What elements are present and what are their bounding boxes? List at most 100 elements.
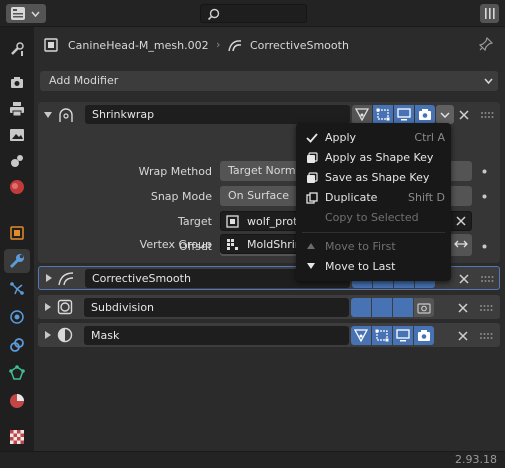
menu-item-label: Copy to Selected [325, 211, 419, 224]
expand-arrow-icon[interactable] [45, 303, 51, 311]
keyframe-dot-icon[interactable] [482, 244, 487, 249]
on-cage-toggle[interactable] [351, 326, 371, 345]
triangle-up-icon [306, 241, 316, 251]
version-label: 2.93.18 [455, 453, 497, 466]
monitor-icon [396, 329, 410, 342]
modifier-name-input[interactable]: Mask [84, 326, 349, 345]
editor-type-dropdown[interactable] [6, 4, 46, 23]
menu-item-save-as-shape-key[interactable]: Save as Shape Key [296, 168, 451, 188]
close-icon[interactable] [455, 326, 471, 345]
camera-icon [418, 108, 432, 121]
menu-item-apply[interactable]: Apply Ctrl A [296, 128, 451, 148]
on-cage-toggle[interactable] [351, 298, 371, 317]
checkmark-icon [306, 132, 318, 144]
chevron-down-icon [484, 78, 493, 84]
duplicate-icon [306, 192, 318, 204]
funnel-vertices-icon [355, 108, 369, 121]
breadcrumb-modifier: CorrectiveSmooth [250, 39, 349, 52]
menu-item-label: Move to First [325, 240, 396, 253]
on-cage-toggle[interactable] [352, 105, 372, 124]
edit-mode-toggle[interactable] [372, 298, 392, 317]
search-icon [207, 8, 220, 21]
particles-icon [9, 281, 25, 297]
tab-texture[interactable] [4, 425, 30, 449]
menu-item-label: Apply as Shape Key [325, 151, 434, 164]
snap-mode-label: Snap Mode [150, 190, 212, 203]
menu-item-duplicate[interactable]: Duplicate Shift D [296, 188, 451, 208]
close-icon[interactable] [456, 269, 472, 288]
menu-item-label: Duplicate [325, 191, 378, 204]
modifier-options-dropdown[interactable] [436, 105, 454, 124]
add-modifier-label: Add Modifier [49, 74, 119, 87]
render-toggle[interactable] [414, 326, 434, 345]
pin-icon[interactable] [479, 37, 493, 51]
tab-particles[interactable] [4, 277, 30, 301]
mesh-data-icon [9, 365, 25, 381]
menu-item-apply-as-shape-key[interactable]: Apply as Shape Key [296, 148, 451, 168]
checker-icon [9, 429, 25, 445]
funnel-vertices-icon [354, 329, 368, 342]
drag-handle-icon[interactable] [480, 275, 494, 283]
edit-mode-toggle[interactable] [373, 105, 393, 124]
tab-data[interactable] [4, 361, 30, 385]
image-icon [9, 127, 25, 143]
tab-constraints[interactable] [4, 333, 30, 357]
shrinkwrap-icon [58, 107, 74, 123]
material-icon [9, 393, 25, 409]
remove-modifier-button[interactable] [456, 105, 472, 124]
edit-mode-icon [375, 329, 389, 342]
object-data-icon [44, 38, 58, 52]
menu-separator [302, 232, 445, 233]
tab-view-layer[interactable] [4, 123, 30, 147]
close-icon[interactable] [455, 298, 471, 317]
edit-mode-toggle[interactable] [372, 326, 392, 345]
vertex-group-value: MoldShrin [247, 238, 302, 251]
drag-handle-icon[interactable] [479, 304, 493, 312]
viewport-toggle[interactable] [393, 326, 413, 345]
close-icon[interactable] [455, 215, 467, 227]
render-toggle[interactable] [415, 105, 435, 124]
status-bar: 2.93.18 [0, 451, 505, 468]
modifier-name-input[interactable]: Subdivision [84, 298, 349, 317]
object-data-icon [226, 215, 239, 228]
shape-key-icon [306, 152, 318, 164]
menu-item-move-to-first: Move to First [296, 237, 451, 257]
camera-icon [417, 329, 431, 342]
expand-arrow-icon[interactable] [46, 274, 52, 282]
breadcrumb-separator: › [216, 38, 221, 51]
keyframe-dot-icon[interactable] [482, 194, 487, 199]
tab-render[interactable] [4, 71, 30, 95]
menu-item-label: Move to Last [325, 260, 396, 273]
search-input[interactable] [200, 4, 307, 23]
options-button[interactable] [480, 4, 499, 23]
close-icon [456, 105, 472, 124]
render-toggle[interactable] [414, 298, 434, 317]
tab-modifiers[interactable] [4, 249, 30, 273]
viewport-toggle[interactable] [394, 105, 414, 124]
expand-arrow-icon[interactable] [45, 331, 51, 339]
target-value: wolf_prot [247, 215, 298, 228]
triangle-down-icon [306, 261, 316, 271]
drag-handle-icon[interactable] [479, 332, 493, 340]
keyframe-dot-icon[interactable] [482, 169, 487, 174]
snap-mode-value: On Surface [228, 189, 290, 202]
tab-world[interactable] [4, 175, 30, 199]
mask-icon [57, 327, 73, 343]
viewport-toggle[interactable] [393, 298, 413, 317]
drag-handle-icon[interactable] [480, 111, 494, 119]
menu-item-label: Apply [325, 131, 357, 144]
modifier-name-input[interactable]: Shrinkwrap [85, 105, 350, 124]
menu-item-move-to-last[interactable]: Move to Last [296, 257, 451, 277]
add-modifier-dropdown[interactable]: Add Modifier [40, 71, 498, 91]
tab-material[interactable] [4, 389, 30, 413]
collapse-arrow-icon[interactable] [44, 112, 52, 118]
menu-item-copy-to-selected: Copy to Selected [296, 208, 451, 228]
corrective-smooth-icon [228, 38, 242, 52]
tab-tool[interactable] [4, 37, 30, 61]
tab-object[interactable] [4, 221, 30, 245]
tab-scene[interactable] [4, 149, 30, 173]
tab-output[interactable] [4, 97, 30, 121]
invert-vertex-group-toggle[interactable] [450, 234, 472, 254]
physics-icon [9, 309, 25, 325]
tab-physics[interactable] [4, 305, 30, 329]
